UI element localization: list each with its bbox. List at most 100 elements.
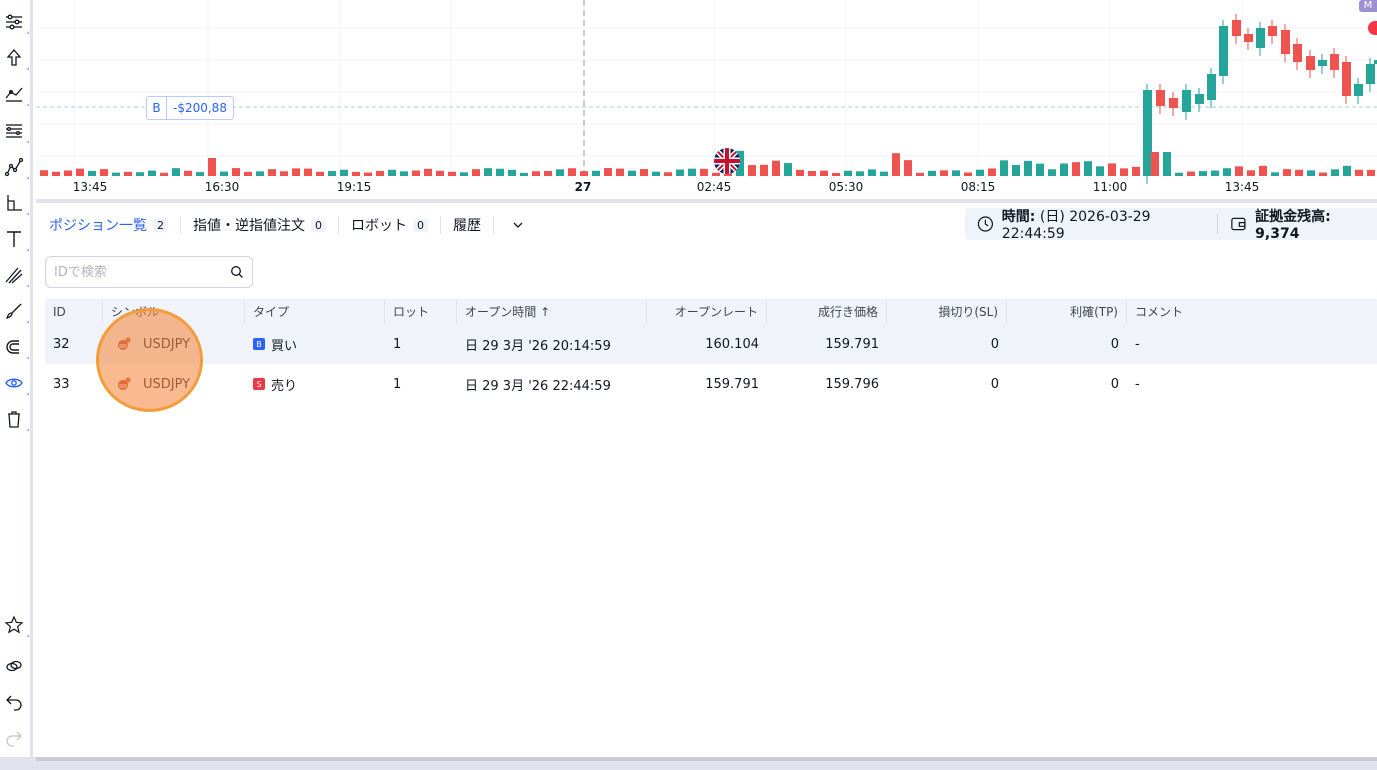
position-pnl-value: -$200,88 xyxy=(173,101,227,115)
trend-line-icon[interactable] xyxy=(2,81,29,107)
time-label: 時間: xyxy=(1001,209,1036,225)
volume-bar xyxy=(916,172,924,176)
volume-bar xyxy=(496,168,504,176)
col-id[interactable]: ID xyxy=(45,299,103,324)
volume-bar xyxy=(244,171,252,176)
candle-body xyxy=(1182,90,1191,112)
volume-bar xyxy=(616,168,624,176)
trading-app: B -$200,88 M 13:45 16:30 19:15 27 02:45 05:30… xyxy=(0,0,1377,770)
volume-bar xyxy=(316,171,324,176)
volume-bar xyxy=(1259,165,1267,176)
candle-body xyxy=(1195,94,1204,104)
volume-bar xyxy=(940,170,948,176)
volume-bar xyxy=(628,170,636,176)
col-type[interactable]: タイプ xyxy=(245,299,385,324)
col-take-profit[interactable]: 利確(TP) xyxy=(1007,299,1127,324)
volume-bar xyxy=(1048,169,1056,176)
volume-bar xyxy=(1283,169,1291,176)
cell-take-profit[interactable]: 0 xyxy=(1007,364,1127,404)
candle-body xyxy=(1281,30,1290,54)
volume-bar xyxy=(328,170,336,176)
bottom-scrollbar[interactable] xyxy=(0,757,1377,770)
volume-bar xyxy=(1024,160,1032,176)
volume-bar xyxy=(1295,169,1303,176)
volume-bar xyxy=(1108,163,1116,176)
sell-marker-badge[interactable] xyxy=(1368,21,1377,35)
table-row[interactable]: 33 USDJPY S 売り 1 日 29 3月 '26 22:44:59 15… xyxy=(45,364,1377,404)
position-line-tag[interactable]: B -$200,88 xyxy=(146,96,234,120)
table-row[interactable]: 32 USDJPY B 買い 1 日 29 3月 '26 20:14:59 16… xyxy=(45,324,1377,364)
volume-bar xyxy=(172,168,180,176)
arrow-up-icon[interactable] xyxy=(2,45,29,71)
eye-icon[interactable] xyxy=(2,370,29,396)
volume-bar xyxy=(988,168,996,176)
price-chart[interactable]: B -$200,88 M 13:45 16:30 19:15 27 02:45 05:30… xyxy=(36,0,1377,200)
volume-bar xyxy=(136,172,144,176)
crosshair-settings-icon[interactable] xyxy=(2,9,29,35)
time-axis-label: 11:00 xyxy=(1092,180,1128,194)
time-axis-label: 27 xyxy=(574,180,592,194)
star-icon[interactable] xyxy=(2,612,29,638)
volume-bar xyxy=(1307,170,1315,176)
id-search-box[interactable] xyxy=(45,256,253,288)
cell-stop-loss[interactable]: 0 xyxy=(887,364,1007,404)
volume-bar xyxy=(1036,163,1044,176)
cell-comment: - xyxy=(1135,336,1140,352)
cell-stop-loss[interactable]: 0 xyxy=(887,324,1007,364)
volume-bar xyxy=(256,171,264,176)
link-icon[interactable] xyxy=(2,653,26,679)
brush-icon[interactable] xyxy=(2,298,29,324)
volume-bar xyxy=(1012,165,1020,176)
volume-bar xyxy=(352,171,360,176)
cell-comment: - xyxy=(1135,376,1140,392)
cell-open-time: 日 29 3月 '26 20:14:59 xyxy=(465,338,611,354)
col-comment[interactable]: コメント xyxy=(1127,299,1377,324)
volume-bar xyxy=(196,172,204,176)
volume-bar xyxy=(676,169,684,176)
volume-bar xyxy=(1367,169,1375,176)
symbol-flag-icon xyxy=(118,337,131,350)
time-axis-label: 19:15 xyxy=(336,180,372,194)
volume-bar xyxy=(808,170,816,176)
volume-bar xyxy=(64,170,72,176)
col-open-rate[interactable]: オープンレート xyxy=(647,299,767,324)
volume-bar xyxy=(376,170,384,176)
trash-icon[interactable] xyxy=(2,406,29,432)
uk-flag-event-icon[interactable] xyxy=(714,148,740,174)
brush-multi-icon[interactable] xyxy=(2,262,29,288)
volume-bar xyxy=(652,171,660,176)
volume-bar xyxy=(1247,170,1255,176)
volume-bar xyxy=(40,170,48,176)
pattern-icon[interactable] xyxy=(2,154,29,180)
col-stop-loss[interactable]: 損切り(SL) xyxy=(887,299,1007,324)
marker-badge[interactable]: M xyxy=(1359,0,1377,12)
volume-bar xyxy=(184,170,192,176)
candle-body xyxy=(1268,26,1277,36)
cell-market-price: 159.791 xyxy=(825,336,879,352)
volume-bar xyxy=(700,168,708,176)
positions-table: ID シンボル タイプ ロット オープン時間 ↑ オープンレート 成行き価格 損… xyxy=(45,299,1377,404)
volume-bar xyxy=(1211,170,1219,176)
time-axis-label: 02:45 xyxy=(696,180,732,194)
volume-bar xyxy=(964,172,972,176)
search-icon[interactable] xyxy=(230,265,244,279)
tabs-more-button[interactable] xyxy=(506,216,536,234)
tab-positions[interactable]: ポジション一覧 2 xyxy=(49,216,181,234)
col-market-price[interactable]: 成行き価格 xyxy=(767,299,887,324)
fib-icon[interactable] xyxy=(2,118,29,144)
position-side-label: B xyxy=(147,97,167,119)
tab-history[interactable]: 履歴 xyxy=(453,216,494,234)
volume-bar xyxy=(688,168,696,176)
tab-robots[interactable]: ロボット 0 xyxy=(351,216,441,234)
col-open-time[interactable]: オープン時間 ↑ xyxy=(457,299,647,324)
tab-orders[interactable]: 指値・逆指値注文 0 xyxy=(193,216,339,234)
col-symbol[interactable]: シンボル xyxy=(103,299,245,324)
volume-bar xyxy=(100,169,108,176)
col-lot[interactable]: ロット xyxy=(385,299,457,324)
text-icon[interactable] xyxy=(2,226,29,252)
magnet-icon[interactable] xyxy=(2,334,29,360)
cell-take-profit[interactable]: 0 xyxy=(1007,324,1127,364)
undo-icon[interactable] xyxy=(2,689,26,715)
search-input[interactable] xyxy=(54,264,230,280)
measure-icon[interactable] xyxy=(2,190,29,216)
